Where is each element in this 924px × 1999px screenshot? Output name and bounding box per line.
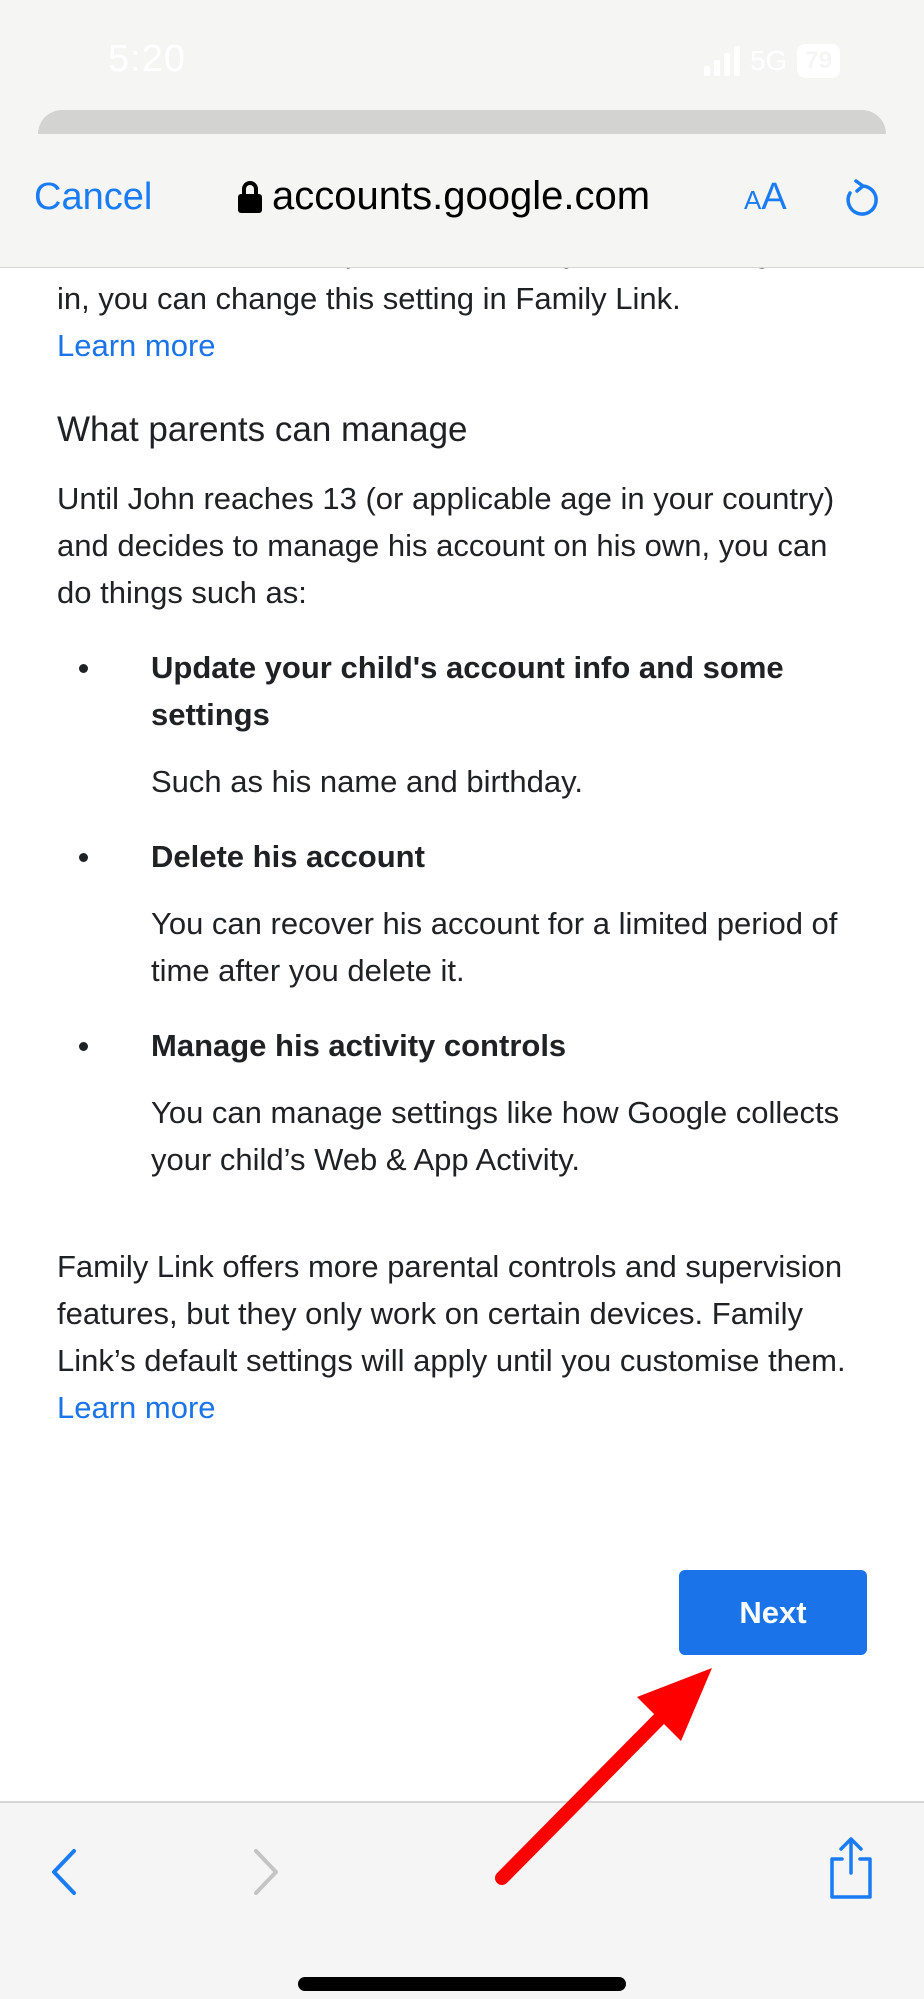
- annotation-arrow-head: [637, 1668, 712, 1741]
- battery-icon: 79: [797, 44, 840, 78]
- status-indicators: 5G 79: [703, 44, 840, 78]
- status-bar: 5:20 5G 79: [0, 0, 924, 110]
- address-bar[interactable]: accounts.google.com: [238, 174, 650, 219]
- reload-icon[interactable]: [840, 178, 884, 222]
- footer-paragraph: Family Link offers more parental control…: [57, 1249, 846, 1425]
- share-icon[interactable]: [826, 1833, 876, 1908]
- manage-list: Update your child's account info and som…: [57, 644, 867, 1183]
- cancel-button[interactable]: Cancel: [34, 176, 152, 219]
- section-heading: What parents can manage: [57, 410, 468, 449]
- network-type: 5G: [749, 45, 788, 76]
- home-indicator: [298, 1977, 626, 1991]
- list-item: Delete his account You can recover his a…: [57, 833, 867, 994]
- chevron-left-icon[interactable]: [48, 1847, 80, 1902]
- learn-more-link-2[interactable]: Learn more: [57, 1390, 216, 1425]
- status-time: 5:20: [108, 38, 186, 80]
- lock-icon: [238, 180, 262, 213]
- browser-bottom-toolbar: [0, 1801, 924, 1999]
- family-link-note: in, you can change this setting in Famil…: [57, 281, 681, 363]
- list-item-description: You can recover his account for a limite…: [151, 906, 838, 988]
- intro-paragraph: Until John reaches 13 (or applicable age…: [57, 481, 835, 610]
- list-item-title: Delete his account: [151, 839, 425, 874]
- url-text: accounts.google.com: [272, 174, 651, 218]
- browser-top-chrome: 5:20 5G 79 Cancel accounts.google.com AA: [0, 0, 924, 268]
- list-item-title: Manage his activity controls: [151, 1028, 567, 1063]
- list-item-title: Update your child's account info and som…: [151, 650, 784, 732]
- text-size-button[interactable]: AA: [744, 176, 787, 219]
- learn-more-link[interactable]: Learn more: [57, 328, 216, 363]
- page-content: want to be asked for permission every ti…: [57, 228, 867, 1431]
- sheet-background-card: [38, 110, 886, 134]
- next-button[interactable]: Next: [679, 1570, 867, 1655]
- bullet-icon: [79, 1042, 88, 1051]
- list-item: Update your child's account info and som…: [57, 644, 867, 805]
- bullet-icon: [79, 853, 88, 862]
- chevron-right-icon[interactable]: [250, 1847, 282, 1902]
- browser-nav-row: Cancel accounts.google.com AA: [0, 170, 924, 234]
- bullet-icon: [79, 664, 88, 673]
- list-item: Manage his activity controls You can man…: [57, 1022, 867, 1183]
- list-item-description: You can manage settings like how Google …: [151, 1095, 840, 1177]
- signal-icon: [703, 46, 740, 76]
- list-item-description: Such as his name and birthday.: [151, 764, 583, 799]
